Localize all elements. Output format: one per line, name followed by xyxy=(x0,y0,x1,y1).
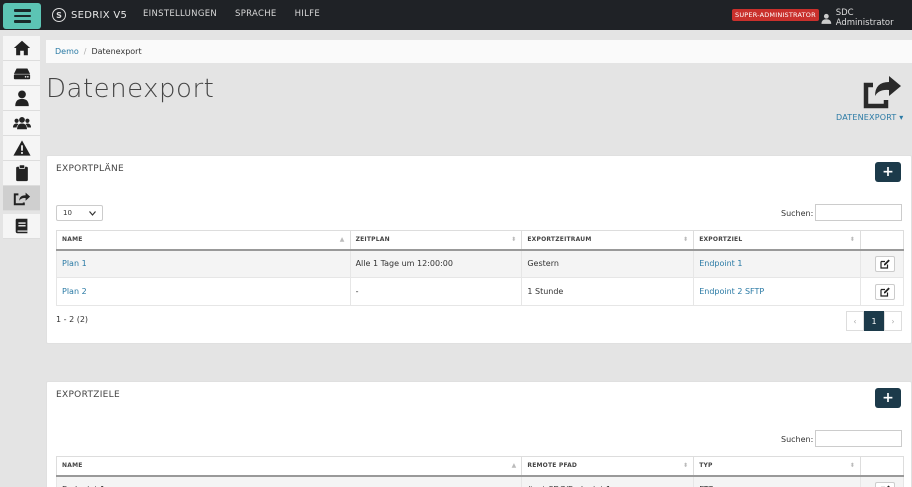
add-exportziel-button[interactable]: + xyxy=(875,388,901,408)
export-icon xyxy=(13,192,30,206)
panel-title: EXPORTPLÄNE xyxy=(56,164,124,174)
nav-einstellungen[interactable]: EINSTELLUNGEN xyxy=(143,9,217,19)
column-header-name[interactable]: NAME ▲ xyxy=(55,456,523,477)
home-icon xyxy=(13,40,30,56)
column-header-zeitplan[interactable]: ZEITPLAN ⬍ xyxy=(349,230,523,251)
datenexport-dropdown[interactable]: DATENEXPORT ▾ xyxy=(836,113,903,122)
sidebar-item-user[interactable] xyxy=(3,86,40,111)
top-nav-menu: EINSTELLUNGEN SPRACHE HILFE xyxy=(143,9,320,19)
users-icon xyxy=(12,116,31,130)
sort-icon: ⬍ xyxy=(682,236,689,243)
sort-icon: ⬍ xyxy=(682,462,689,469)
exportziel-link[interactable]: Endpoint 2 SFTP xyxy=(699,287,764,296)
nav-hilfe[interactable]: HILFE xyxy=(295,9,320,19)
breadcrumb-current: Datenexport xyxy=(91,47,142,56)
table-row: Plan 2 - 1 Stunde Endpoint 2 SFTP xyxy=(56,277,904,306)
breadcrumb-separator: / xyxy=(83,47,87,56)
sidebar-item-docs[interactable] xyxy=(3,214,40,239)
user-icon xyxy=(821,13,832,24)
chevron-down-icon xyxy=(89,210,96,216)
edit-icon xyxy=(879,287,890,297)
user-menu[interactable]: SDC Administrator xyxy=(821,8,912,28)
pagination-page[interactable]: 1 xyxy=(864,311,884,331)
column-header-name[interactable]: NAME ▲ xyxy=(56,230,351,251)
exportziele-table: NAME▲ REMOTE PFAD⬍ TYP⬍ Endpoint 1 /test… xyxy=(55,456,904,487)
export-icon xyxy=(863,76,901,109)
hamburger-bar xyxy=(13,9,31,12)
sort-icon: ⬍ xyxy=(849,462,855,469)
column-header-actions xyxy=(860,230,904,251)
pagination: ‹ 1 › xyxy=(846,311,902,331)
edit-button[interactable] xyxy=(874,255,895,272)
search-label: Suchen: xyxy=(781,209,814,218)
sidebar-item-alarms[interactable] xyxy=(3,136,40,161)
exportplaene-table: NAME ▲ ZEITPLAN ⬍ EXPORTZEITRAUM ⬍ EXPORTZI… xyxy=(56,230,904,306)
remote-pfad-cell: /test-SDC/Endpoint 1 xyxy=(521,475,695,487)
page-length-value: 10 xyxy=(63,209,72,217)
warning-icon xyxy=(12,140,31,156)
column-header-exportziel[interactable]: EXPORTZIEL ⬍ xyxy=(693,230,861,251)
hamburger-bar xyxy=(13,14,31,18)
sidebar-item-export[interactable] xyxy=(3,186,40,211)
sort-asc-icon: ▲ xyxy=(511,462,517,469)
brand[interactable]: S SEDRIX V5 xyxy=(52,8,127,22)
page-title: Datenexport xyxy=(46,74,215,104)
sidebar xyxy=(3,36,40,239)
pagination-prev[interactable]: ‹ xyxy=(846,311,864,331)
breadcrumb: Demo / Datenexport xyxy=(46,40,912,63)
edit-button[interactable] xyxy=(874,283,895,300)
clipboard-icon xyxy=(15,164,28,182)
column-header-actions xyxy=(860,456,904,477)
exportzeitraum-cell: 1 Stunde xyxy=(521,277,695,306)
user-icon xyxy=(14,90,29,107)
sort-icon: ⬍ xyxy=(849,236,855,243)
sort-asc-icon: ▲ xyxy=(339,236,345,243)
table-info: 1 - 2 (2) xyxy=(56,315,89,324)
edit-icon xyxy=(879,259,890,269)
table-row: Endpoint 1 /test-SDC/Endpoint 1 FTP xyxy=(55,475,904,487)
search-input[interactable] xyxy=(815,204,902,221)
page-length-select[interactable]: 10 xyxy=(56,205,103,221)
zeitplan-cell: Alle 1 Tage um 12:00:00 xyxy=(349,249,523,278)
role-badge: SUPER-ADMINISTRATOR xyxy=(732,9,819,21)
search-label: Suchen: xyxy=(781,435,814,444)
pagination-next[interactable]: › xyxy=(884,311,902,331)
search-input[interactable] xyxy=(815,430,902,447)
nav-sprache[interactable]: SPRACHE xyxy=(235,9,277,19)
hamburger-menu-button[interactable] xyxy=(3,3,41,29)
plan-name-link[interactable]: Plan 1 xyxy=(62,259,87,268)
top-navbar: S SEDRIX V5 EINSTELLUNGEN SPRACHE HILFE … xyxy=(0,0,912,30)
server-icon xyxy=(13,68,30,80)
exportplaene-panel: EXPORTPLÄNE + 10 Suchen: NAME ▲ ZEITPLAN ⬍… xyxy=(46,155,912,344)
brand-name: SEDRIX V5 xyxy=(71,9,128,21)
sort-icon: ⬍ xyxy=(511,236,517,243)
column-header-exportzeitraum[interactable]: EXPORTZEITRAUM ⬍ xyxy=(521,230,695,251)
zeitplan-cell: - xyxy=(349,277,523,306)
exportzeitraum-cell: Gestern xyxy=(521,249,695,278)
exportziele-panel: EXPORTZIELE + Suchen: NAME ▲ REMOTE PFAD ⬍… xyxy=(46,381,912,487)
sidebar-item-devices[interactable] xyxy=(3,61,40,86)
sedrix-logo-icon: S xyxy=(52,8,66,22)
column-header-remote-pfad[interactable]: REMOTE PFAD ⬍ xyxy=(521,456,695,477)
sidebar-item-home[interactable] xyxy=(3,36,40,61)
user-name: SDC Administrator xyxy=(835,8,894,28)
plan-name-link[interactable]: Plan 2 xyxy=(62,287,87,296)
typ-cell: FTP xyxy=(693,475,861,487)
sidebar-item-groups[interactable] xyxy=(3,111,40,136)
column-header-typ[interactable]: TYP ⬍ xyxy=(693,456,861,477)
panel-title: EXPORTZIELE xyxy=(56,390,120,400)
book-icon xyxy=(15,218,27,234)
table-row: Plan 1 Alle 1 Tage um 12:00:00 Gestern E… xyxy=(56,249,904,278)
edit-button[interactable] xyxy=(874,481,895,487)
sidebar-item-reports[interactable] xyxy=(3,161,40,186)
add-exportplan-button[interactable]: + xyxy=(875,162,901,182)
breadcrumb-demo[interactable]: Demo xyxy=(55,47,79,56)
hamburger-bar xyxy=(13,20,31,23)
exportziel-link[interactable]: Endpoint 1 xyxy=(699,259,742,268)
exportziel-name-cell: Endpoint 1 xyxy=(55,475,523,487)
